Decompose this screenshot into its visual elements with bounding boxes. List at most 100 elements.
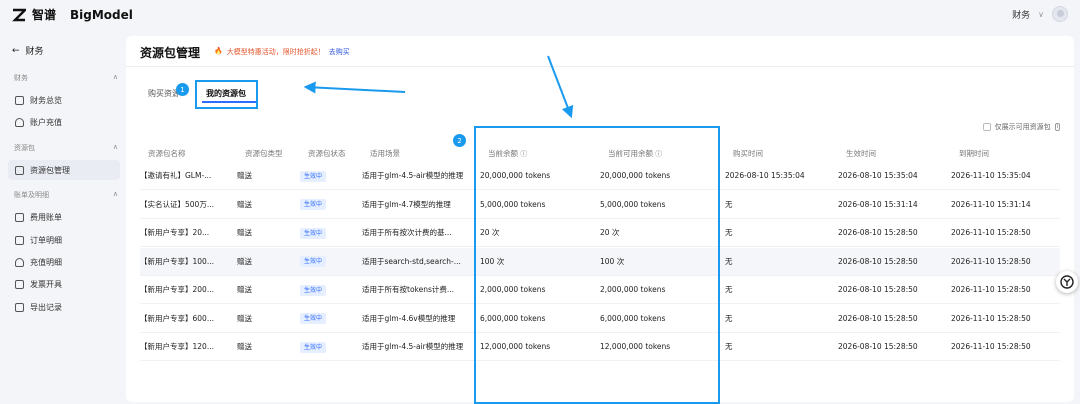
table-header-col-purchase-time: 购买时间 [733, 148, 763, 159]
table-cell-status: 生效中 [300, 248, 327, 276]
back-link[interactable]: ← 财务 [12, 44, 44, 58]
table-cell-status: 生效中 [300, 191, 327, 219]
info-icon: i [1054, 123, 1060, 131]
sidebar-item-finance-overview[interactable]: 财务总览 [8, 90, 120, 110]
table-cell-effective-time: 2026-08-10 15:28:50 [838, 313, 918, 323]
table-cell-effective-time: 2026-08-10 15:28:50 [838, 228, 918, 237]
top-bar: 智谱 BigModel 财务 ∨ [0, 0, 1080, 30]
filter-label: 仅展示可用资源包 [994, 123, 1051, 131]
order-icon [15, 235, 24, 245]
table-cell-scene: 适用于glm-4.6v模型的推理 [362, 313, 456, 323]
table-header-col-status: 资源包状态 [308, 148, 346, 159]
table-cell-effective-time: 2026-08-10 15:31:14 [838, 199, 918, 209]
sidebar-item-resource-pack-management[interactable]: 资源包管理 [8, 160, 120, 180]
sidebar-item-recharge-details[interactable]: 充值明细 [8, 252, 120, 272]
sidebar-item-invoice[interactable]: 发票开具 [8, 274, 120, 294]
table-cell-expire-time: 2026-11-10 15:28:50 [951, 228, 1031, 237]
brand-name-en: BigModel [70, 7, 133, 22]
sidebar-item-orders[interactable]: 订单明细 [8, 230, 120, 250]
main-panel: 资源包管理 🔥 大模型特惠活动，限时抢折起！ 去购买 购买资源包 我的资源包 1… [126, 36, 1074, 404]
table-cell-purchase-time: 无 [725, 228, 733, 237]
status-badge: 生效中 [300, 170, 327, 182]
table-cell-purchase-time: 无 [725, 256, 733, 266]
promo-text: 大模型特惠活动，限时抢折起！ [226, 48, 325, 56]
table-cell-name: 【新用户专享】20... [140, 228, 210, 237]
available-only-filter[interactable]: 仅展示可用资源包 i [982, 122, 1060, 132]
table-cell-effective-time: 2026-08-10 15:28:50 [838, 342, 918, 351]
checkbox[interactable] [982, 123, 991, 131]
chevron-up-icon: ∧ [112, 143, 118, 151]
status-badge: 生效中 [300, 341, 327, 353]
table-cell-name: 【实名认证】500万... [140, 199, 214, 209]
table-cell-status: 生效中 [300, 276, 327, 304]
table-cell-purchase-time: 无 [725, 313, 733, 323]
table-cell-scene: 适用于所有按次计费的基... [362, 228, 452, 237]
sidebar-item-label: 导出记录 [30, 302, 62, 312]
table-cell-status: 生效中 [300, 305, 327, 333]
fire-icon: 🔥 [214, 47, 223, 55]
table-cell-expire-time: 2026-11-10 15:28:50 [951, 313, 1031, 323]
chevron-down-icon[interactable]: ∨ [1038, 10, 1044, 19]
sidebar-group-billing[interactable]: 账单及明细 ∧ [14, 190, 118, 200]
table-cell-expire-time: 2026-11-10 15:28:50 [951, 342, 1031, 351]
table-cell-purchase-time: 无 [725, 285, 733, 294]
annotation-box-tab [195, 80, 258, 109]
table-cell-scene: 适用于所有按tokens计费... [362, 285, 455, 294]
sidebar-group-label: 财务 [14, 74, 28, 82]
sidebar-item-bills[interactable]: 费用账单 [8, 207, 120, 227]
header-label: 购买时间 [733, 149, 763, 158]
divider [126, 66, 1074, 67]
table-cell-type: 赠送 [237, 199, 252, 209]
arrow-left-icon: ← [12, 45, 20, 56]
table-header-col-expire-time: 到期时间 [959, 148, 989, 159]
sidebar-item-label: 充值明细 [30, 257, 62, 267]
table-cell-status: 生效中 [300, 162, 327, 190]
sidebar-item-label: 费用账单 [30, 212, 62, 222]
sidebar-item-label: 账户充值 [30, 117, 62, 127]
table-cell-type: 赠送 [237, 342, 252, 351]
table-cell-status: 生效中 [300, 219, 327, 247]
table-cell-type: 赠送 [237, 256, 252, 266]
assistant-float-button[interactable] [1056, 271, 1078, 293]
account-menu[interactable]: 财务 [1012, 8, 1030, 21]
table-cell-name: 【新用户专享】100... [140, 256, 214, 266]
sidebar-group-label: 账单及明细 [14, 191, 49, 199]
status-badge: 生效中 [300, 256, 327, 267]
wallet-icon [15, 95, 24, 105]
recharge-icon [15, 117, 24, 127]
invoice-icon [15, 279, 24, 289]
sidebar-item-recharge[interactable]: 账户充值 [8, 112, 120, 132]
table-header-col-type: 资源包类型 [245, 148, 283, 159]
table-cell-status: 生效中 [300, 333, 327, 361]
brand-name-cn: 智谱 [32, 8, 57, 22]
table-cell-name: 【新用户专享】120... [140, 342, 214, 351]
sidebar-item-export-records[interactable]: 导出记录 [8, 297, 120, 317]
back-label: 财务 [25, 47, 44, 57]
status-badge: 生效中 [300, 199, 327, 210]
zhipu-logo-icon [12, 8, 26, 21]
sidebar-group-finance[interactable]: 财务 ∧ [14, 73, 118, 83]
table-header-col-effective-time: 生效时间 [846, 148, 876, 159]
table-header-col-name: 资源包名称 [148, 148, 186, 159]
logo[interactable]: 智谱 BigModel [12, 6, 133, 23]
table-cell-effective-time: 2026-08-10 15:28:50 [838, 285, 918, 294]
table-cell-scene: 适用于search-std,search-... [362, 256, 461, 266]
promo-buy-link[interactable]: 去购买 [329, 47, 350, 57]
header-label: 资源包类型 [245, 149, 283, 158]
table-cell-name: 【邀请有礼】GLM-... [140, 171, 212, 180]
tab-buy-resource-pack[interactable]: 购买资源包 [148, 88, 178, 99]
export-icon [15, 302, 24, 312]
header-label: 适用场景 [370, 149, 400, 158]
sidebar-group-label: 资源包 [14, 144, 35, 152]
table-cell-scene: 适用于glm-4.5-air模型的推理 [362, 171, 464, 180]
status-badge: 生效中 [300, 227, 327, 239]
table-cell-effective-time: 2026-08-10 15:35:04 [838, 171, 918, 180]
sidebar-group-resource-pack[interactable]: 资源包 ∧ [14, 143, 118, 153]
recharge-detail-icon [15, 257, 24, 267]
package-icon [15, 165, 24, 175]
table-cell-type: 赠送 [237, 313, 252, 323]
status-badge: 生效中 [300, 284, 327, 296]
avatar[interactable] [1052, 6, 1068, 22]
sidebar-item-label: 发票开具 [30, 279, 62, 289]
status-badge: 生效中 [300, 313, 327, 324]
